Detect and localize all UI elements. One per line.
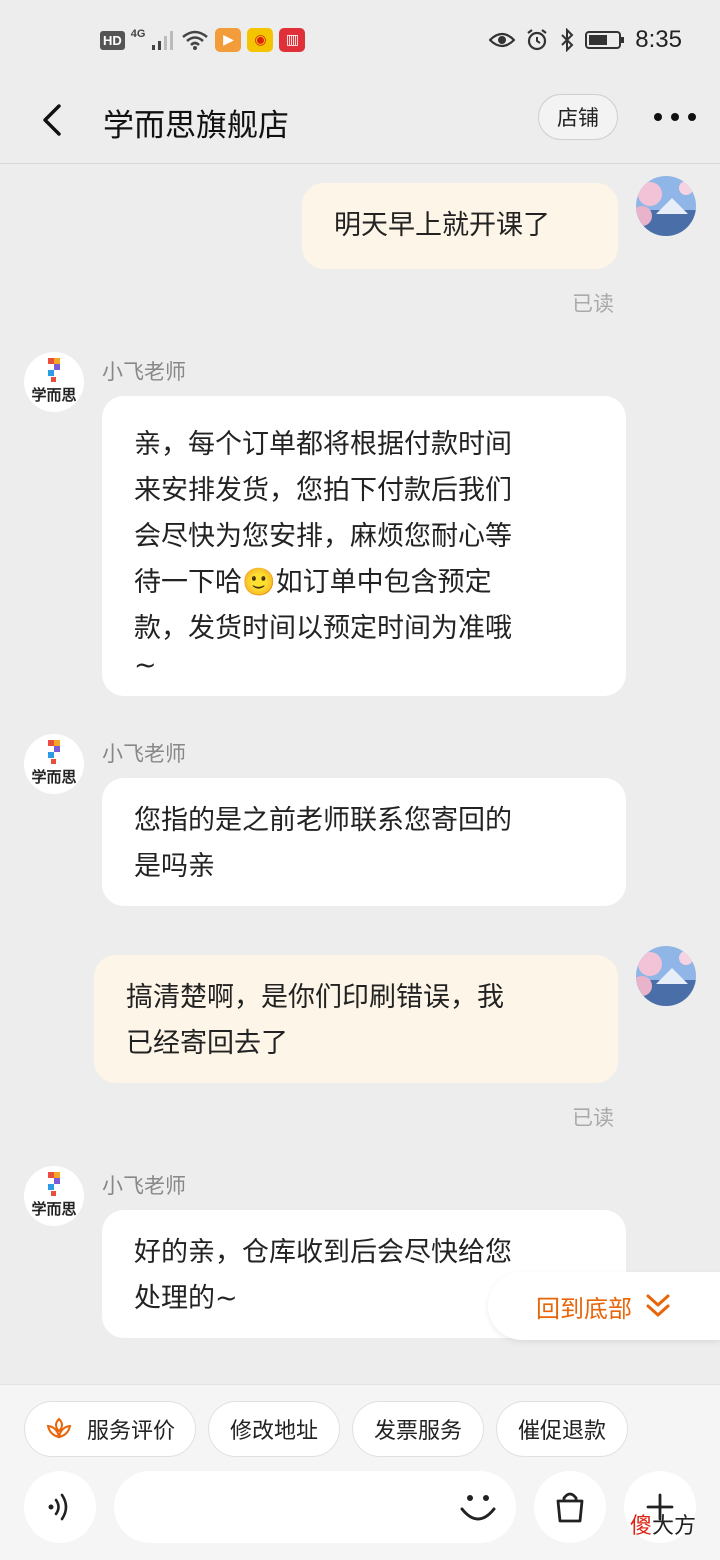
message-bubble-in[interactable]: 亲，每个订单都将根据付款时间 来安排发货，您拍下付款后我们 会尽快为您安排，麻烦… [102, 396, 626, 696]
user-avatar[interactable] [636, 946, 696, 1006]
chip-label: 修改地址 [229, 1419, 318, 1444]
chip-label: 催促退款 [517, 1419, 606, 1444]
shopping-bag-icon [556, 1492, 584, 1523]
store-logo-icon: 学而思 [31, 1172, 77, 1218]
invoice-service-chip[interactable]: 发票服务 [352, 1401, 484, 1457]
avatar-image [636, 946, 696, 1006]
message-line: 是吗亲 [134, 851, 215, 882]
store-logo-icon: 学而思 [31, 358, 77, 404]
bottom-panel: 服务评价 修改地址 发票服务 催促退款 [0, 1384, 720, 1560]
store-logo-text: 学而思 [31, 386, 76, 404]
modify-address-chip[interactable]: 修改地址 [208, 1401, 340, 1457]
bluetooth-icon [561, 28, 574, 52]
watermark-text: 大方 [652, 1514, 697, 1539]
user-avatar[interactable] [636, 176, 696, 236]
message-line: ~ [134, 650, 157, 681]
avatar-image [636, 176, 696, 236]
store-avatar[interactable]: 学而思 [24, 734, 84, 794]
eye-icon [489, 32, 516, 48]
battery-icon [585, 31, 625, 49]
more-dot [654, 113, 662, 121]
smile-emoji-icon: 🙂 [242, 567, 276, 598]
back-to-bottom-label: 回到底部 [536, 1294, 632, 1323]
shopping-bag-button[interactable] [534, 1471, 606, 1543]
message-line: 待一下哈🙂如订单中包含预定 [134, 560, 626, 606]
message-line: 好的亲，仓库收到后会尽快给您 [134, 1237, 512, 1268]
chevron-left-icon [43, 104, 61, 136]
sender-name: 小飞老师 [102, 360, 186, 384]
message-line: 款，发货时间以预定时间为准哦 [134, 613, 512, 644]
urge-refund-chip[interactable]: 催促退款 [496, 1401, 628, 1457]
network-type: 4G [130, 28, 146, 40]
watermark-char: 傻 [630, 1514, 653, 1539]
emoji-button[interactable] [456, 1485, 500, 1533]
flower-icon [46, 1417, 72, 1439]
store-logo-text: 学而思 [31, 768, 76, 786]
message-fragment: 待一下哈 [134, 567, 242, 598]
voice-button[interactable] [24, 1471, 96, 1543]
chip-label: 发票服务 [373, 1419, 462, 1444]
signal-icon [152, 31, 174, 50]
alarm-icon [527, 29, 547, 51]
message-line: 已经寄回去了 [126, 1028, 288, 1059]
more-button[interactable] [650, 100, 700, 134]
watermark: 傻 大方 [630, 1508, 696, 1540]
message-line: 您指的是之前老师联系您寄回的 [134, 805, 512, 836]
status-bar: HD 4G ▶ ◉ ▥ 8:35 [0, 0, 720, 84]
message-text: 明天早上就开课了 [334, 210, 550, 241]
status-left: HD 4G ▶ ◉ ▥ [100, 28, 306, 52]
message-bubble-out[interactable]: 搞清楚啊，是你们印刷错误，我 已经寄回去了 [94, 955, 618, 1083]
voice-icon [48, 1493, 68, 1521]
message-line: 会尽快为您安排，麻烦您耐心等 [134, 521, 512, 552]
status-right: 8:35 [489, 26, 682, 54]
sender-name: 小飞老师 [102, 742, 186, 766]
store-logo-text: 学而思 [31, 1200, 76, 1218]
read-status: 已读 [572, 1106, 614, 1130]
more-dot [688, 113, 696, 121]
double-chevron-down-icon [646, 1294, 670, 1317]
service-review-chip[interactable]: 服务评价 [24, 1401, 196, 1457]
chip-label: 服务评价 [86, 1419, 175, 1444]
back-to-bottom-button[interactable]: 回到底部 [488, 1272, 720, 1340]
book-app-icon: ▥ [279, 28, 306, 52]
nav-bar: 学而思旗舰店 店铺 [0, 84, 720, 164]
store-avatar[interactable]: 学而思 [24, 352, 84, 412]
wifi-icon [182, 30, 209, 50]
message-bubble-out[interactable]: 明天早上就开课了 [302, 183, 618, 269]
clock: 8:35 [635, 26, 682, 53]
sender-name: 小飞老师 [102, 1174, 186, 1198]
store-button[interactable]: 店铺 [538, 94, 618, 140]
store-avatar[interactable]: 学而思 [24, 1166, 84, 1226]
back-button[interactable] [30, 98, 74, 142]
smile-icon [460, 1495, 496, 1521]
message-line: 亲，每个订单都将根据付款时间 [134, 429, 512, 460]
more-dot [671, 113, 679, 121]
message-fragment: 如订单中包含预定 [275, 567, 492, 598]
page-title: 学而思旗舰店 [103, 108, 289, 144]
message-line: 搞清楚啊，是你们印刷错误，我 [126, 982, 504, 1013]
message-line: 来安排发货，您拍下付款后我们 [134, 475, 512, 506]
weibo-app-icon: ◉ [247, 28, 274, 52]
store-logo-icon: 学而思 [31, 740, 77, 786]
video-app-icon: ▶ [215, 28, 242, 52]
message-bubble-in[interactable]: 您指的是之前老师联系您寄回的 是吗亲 [102, 778, 626, 906]
read-status: 已读 [572, 292, 614, 316]
hd-badge: HD [100, 30, 125, 50]
